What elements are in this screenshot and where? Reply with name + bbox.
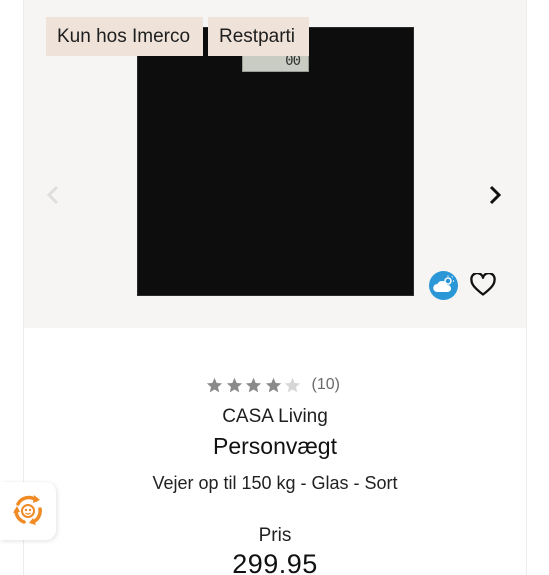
- exclusive-badge: Kun hos Imerco: [46, 17, 203, 56]
- star-icon: [265, 377, 281, 392]
- star-empty-icon: [284, 377, 301, 392]
- clearance-badge: Restparti: [208, 17, 309, 56]
- star-icon: [226, 377, 242, 392]
- chevron-right-icon: [489, 185, 502, 205]
- recycle-icon: [13, 495, 42, 525]
- cloud-icon: [433, 275, 454, 292]
- product-subtitle: Vejer op til 150 kg - Glas - Sort: [152, 473, 398, 493]
- chevron-left-icon: [46, 185, 59, 205]
- wishlist-button[interactable]: [469, 271, 497, 299]
- recycle-button[interactable]: [0, 482, 56, 540]
- product-image[interactable]: 00: [137, 27, 414, 296]
- heart-icon: [470, 273, 496, 296]
- review-count[interactable]: (10): [312, 376, 340, 394]
- previous-image-button[interactable]: [41, 183, 65, 207]
- product-image-area: 00 Kun hos Imerco Restparti: [24, 0, 526, 328]
- rating[interactable]: (10): [206, 374, 366, 396]
- star-icon: [206, 377, 223, 392]
- price-label: Pris: [258, 525, 292, 546]
- star-icon: [245, 377, 262, 392]
- product-title[interactable]: Personvægt: [24, 433, 526, 460]
- next-image-button[interactable]: [483, 183, 507, 207]
- product-price: 299.95: [232, 549, 318, 575]
- product-brand[interactable]: CASA Living: [24, 406, 526, 428]
- cloud-button[interactable]: [429, 271, 458, 300]
- product-card: 00 Kun hos Imerco Restparti (10) CASA Li…: [24, 0, 526, 575]
